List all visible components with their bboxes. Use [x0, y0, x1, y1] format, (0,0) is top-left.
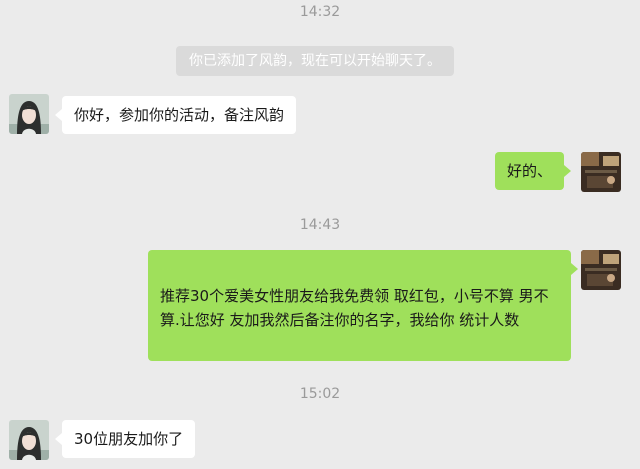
contact-avatar-icon[interactable]: [9, 94, 49, 134]
contact-avatar-icon[interactable]: [9, 420, 49, 460]
system-notice: 你已添加了风韵，现在可以开始聊天了。: [176, 46, 454, 76]
timestamp: 14:43: [299, 217, 341, 233]
self-avatar-icon[interactable]: [581, 250, 621, 290]
received-message[interactable]: 你好，参加你的活动，备注风韵: [54, 96, 297, 134]
received-message[interactable]: 30位朋友加你了: [54, 420, 196, 458]
timestamp: 15:02: [299, 386, 341, 402]
sent-message[interactable]: 推荐30个爱美女性朋友给我免费领 取红包，小号不算 男不算.让您好 友加我然后备…: [148, 250, 578, 361]
self-avatar-icon[interactable]: [581, 152, 621, 192]
timestamp: 14:32: [299, 4, 341, 20]
sent-message[interactable]: 好的、: [495, 152, 572, 190]
